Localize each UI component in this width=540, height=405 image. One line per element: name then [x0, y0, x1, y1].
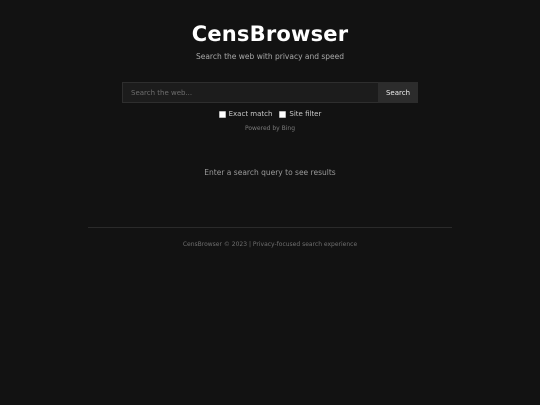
footer-divider	[88, 227, 452, 228]
page: CensBrowser Search the web with privacy …	[0, 0, 540, 405]
app-title: CensBrowser	[191, 22, 349, 46]
footer-text: CensBrowser © 2023 | Privacy-focused sea…	[182, 241, 358, 248]
search-input[interactable]	[122, 82, 378, 103]
powered-by-text: Powered by Bing	[244, 125, 296, 132]
exact-match-label: Exact match	[228, 110, 273, 118]
results-empty-message: Enter a search query to see results	[204, 168, 336, 177]
tagline: Search the web with privacy and speed	[195, 52, 345, 61]
search-bar: Search	[122, 82, 418, 103]
search-button[interactable]: Search	[378, 82, 418, 103]
site-filter-checkbox[interactable]	[279, 110, 287, 118]
search-options: Exact match Site filter	[0, 110, 540, 118]
exact-match-option[interactable]: Exact match	[218, 110, 273, 118]
site-filter-option[interactable]: Site filter	[279, 110, 321, 118]
site-filter-label: Site filter	[289, 110, 322, 118]
exact-match-checkbox[interactable]	[218, 110, 226, 118]
